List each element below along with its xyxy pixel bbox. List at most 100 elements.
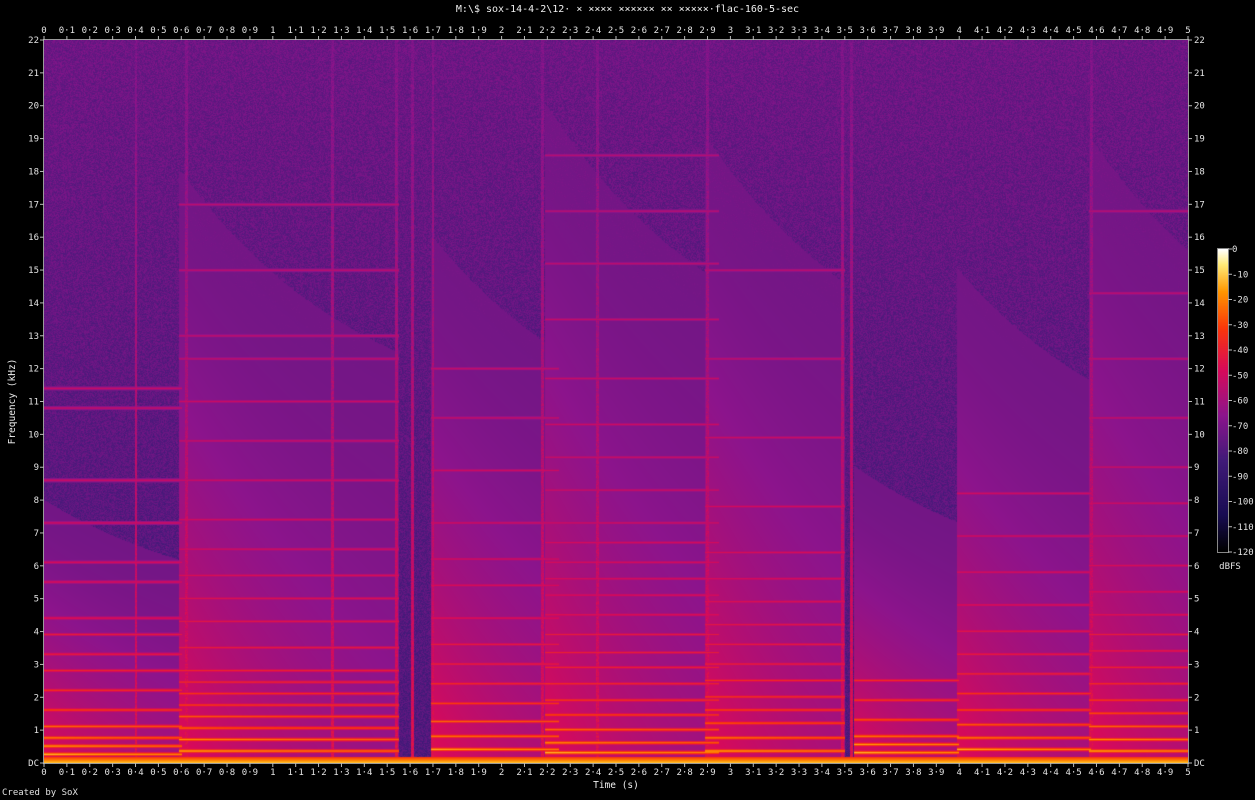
y-tick-label-right: 9 [1194, 463, 1199, 473]
x-tick-label-bottom: 4 [956, 768, 961, 778]
x-tick-label-bottom: 0·1 [59, 768, 75, 778]
x-tick-label-top: 1·6 [402, 26, 418, 36]
x-tick-label-bottom: 5 [1185, 768, 1190, 778]
colorbar [1218, 249, 1228, 552]
x-tick-label-top: 0·9 [242, 26, 258, 36]
colorbar-tick-label: -100 [1232, 498, 1254, 508]
x-tick-label-top: 0·4 [127, 26, 143, 36]
colorbar-tick-label: -110 [1232, 523, 1254, 533]
x-tick-label-bottom: 1·8 [448, 768, 464, 778]
x-tick-label-top: 3·8 [905, 26, 921, 36]
x-tick-label-top: 2·4 [585, 26, 601, 36]
y-tick-label-right: 20 [1194, 102, 1205, 112]
y-tick-label-left: 19 [28, 135, 39, 145]
x-tick-label-bottom: 4·3 [1020, 768, 1036, 778]
y-tick-label-right: DC [1194, 759, 1205, 769]
x-tick-label-top: 3 [728, 26, 733, 36]
y-tick-label-right: 16 [1194, 233, 1205, 243]
y-tick-label-left: 11 [28, 398, 39, 408]
x-tick-label-top: 0·2 [82, 26, 98, 36]
x-tick-label-top: 4·7 [1111, 26, 1127, 36]
x-tick-label-bottom: 4·5 [1065, 768, 1081, 778]
x-tick-label-bottom: 4·1 [974, 768, 990, 778]
x-tick-label-bottom: 3·9 [928, 768, 944, 778]
y-tick-label-left: 14 [28, 299, 39, 309]
x-tick-label-bottom: 4·2 [997, 768, 1013, 778]
y-tick-label-right: 10 [1194, 430, 1205, 440]
y-tick-label-right: 12 [1194, 365, 1205, 375]
x-tick-label-bottom: 1·9 [471, 768, 487, 778]
x-tick-label-top: 2·6 [631, 26, 647, 36]
x-tick-label-top: 2·5 [608, 26, 624, 36]
y-tick-label-right: 22 [1194, 36, 1205, 46]
x-tick-label-bottom: 2·2 [539, 768, 555, 778]
y-tick-label-left: 5 [34, 595, 39, 605]
x-tick-label-bottom: 3·7 [882, 768, 898, 778]
x-tick-label-bottom: 4·8 [1134, 768, 1150, 778]
y-tick-label-left: 2 [34, 693, 39, 703]
x-tick-label-bottom: 2 [499, 768, 504, 778]
y-tick-label-left: 18 [28, 167, 39, 177]
x-tick-label-top: 4·3 [1020, 26, 1036, 36]
y-tick-label-right: 7 [1194, 529, 1199, 539]
y-axis-label: Frequency (kHz) [7, 359, 18, 445]
y-tick-label-left: 16 [28, 233, 39, 243]
colorbar-label: dBFS [1219, 562, 1241, 572]
x-tick-label-bottom: 3·1 [745, 768, 761, 778]
x-tick-label-bottom: 3·6 [860, 768, 876, 778]
x-tick-label-top: 4·2 [997, 26, 1013, 36]
y-tick-label-right: 13 [1194, 332, 1205, 342]
colorbar-tick-label: -90 [1232, 472, 1248, 482]
x-tick-label-bottom: 2·1 [516, 768, 532, 778]
y-tick-label-left: DC [28, 759, 39, 769]
chart-axes: 0 0 0·1 0·1 0·2 0·2 0·3 0·3 0·4 0·4 0·5 0·5 0·6 0·6 0·… [7, 26, 1254, 791]
y-tick-label-right: 8 [1194, 496, 1199, 506]
x-tick-label-top: 0·6 [173, 26, 189, 36]
x-tick-label-top: 2·1 [516, 26, 532, 36]
x-tick-label-bottom: 0·5 [150, 768, 166, 778]
x-tick-label-bottom: 2·5 [608, 768, 624, 778]
y-tick-label-left: 4 [34, 628, 39, 638]
y-tick-label-left: 15 [28, 266, 39, 276]
x-tick-label-bottom: 1·3 [333, 768, 349, 778]
y-tick-label-right: 4 [1194, 628, 1199, 638]
y-tick-label-left: 7 [34, 529, 39, 539]
x-tick-label-bottom: 0 [41, 768, 46, 778]
y-tick-label-left: 21 [28, 69, 39, 79]
x-tick-label-top: 3·5 [837, 26, 853, 36]
x-tick-label-bottom: 3·5 [837, 768, 853, 778]
x-tick-label-top: 4·1 [974, 26, 990, 36]
x-tick-label-top: 0·5 [150, 26, 166, 36]
x-tick-label-bottom: 1·1 [288, 768, 304, 778]
x-tick-label-top: 2 [499, 26, 504, 36]
x-tick-label-top: 4·4 [1043, 26, 1059, 36]
x-tick-label-top: 5 [1185, 26, 1190, 36]
x-tick-label-top: 1·8 [448, 26, 464, 36]
x-tick-label-bottom: 0·8 [219, 768, 235, 778]
colorbar-tick-label: -60 [1232, 397, 1248, 407]
y-tick-label-right: 15 [1194, 266, 1205, 276]
x-tick-label-bottom: 3·8 [905, 768, 921, 778]
x-tick-label-bottom: 2·4 [585, 768, 601, 778]
x-tick-label-top: 2·7 [654, 26, 670, 36]
x-tick-label-top: 2·8 [677, 26, 693, 36]
x-tick-label-top: 0·1 [59, 26, 75, 36]
x-tick-label-bottom: 3·4 [814, 768, 830, 778]
x-tick-label-bottom: 4·9 [1157, 768, 1173, 778]
y-tick-label-left: 22 [28, 36, 39, 46]
x-tick-label-top: 4·6 [1088, 26, 1104, 36]
y-tick-label-right: 5 [1194, 595, 1199, 605]
x-tick-label-bottom: 1 [270, 768, 275, 778]
x-tick-label-top: 4 [956, 26, 961, 36]
x-tick-label-bottom: 0·3 [105, 768, 121, 778]
y-tick-label-right: 11 [1194, 398, 1205, 408]
y-tick-label-right: 1 [1194, 726, 1199, 736]
x-tick-label-top: 0·8 [219, 26, 235, 36]
y-tick-label-right: 17 [1194, 200, 1205, 210]
x-tick-label-top: 2·3 [562, 26, 578, 36]
x-tick-label-top: 1·5 [379, 26, 395, 36]
y-tick-label-right: 14 [1194, 299, 1205, 309]
x-tick-label-top: 1·9 [471, 26, 487, 36]
colorbar-tick-label: -30 [1232, 321, 1248, 331]
y-tick-label-right: 3 [1194, 660, 1199, 670]
